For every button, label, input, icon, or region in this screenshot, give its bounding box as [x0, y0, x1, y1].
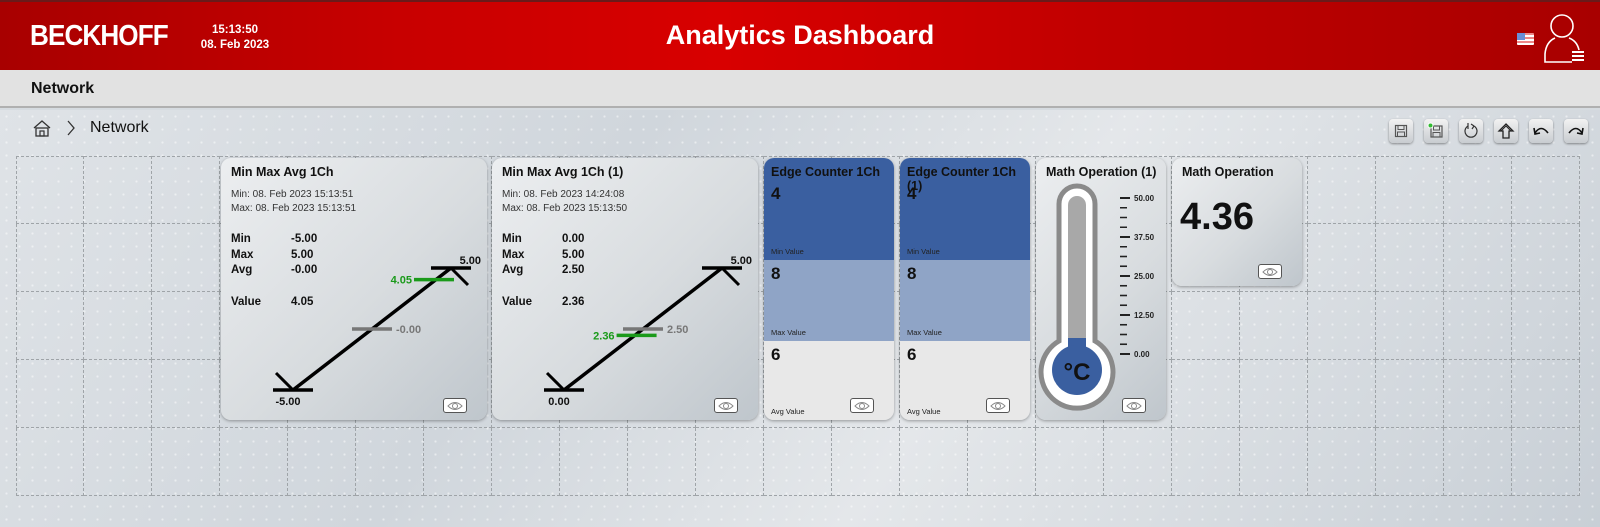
tile-edge-counter-1[interactable]: Edge Counter 1Ch (1) 4 Min Value 8 Max V…	[900, 158, 1030, 420]
tile-math-operation[interactable]: Math Operation 4.36	[1172, 158, 1302, 286]
upload-arrow-icon	[1497, 123, 1515, 139]
max-arrow	[449, 266, 470, 287]
app-title: Analytics Dashboard	[665, 20, 935, 50]
avg-marker-label: 2.50	[667, 324, 688, 336]
max-section: 8 Max Value	[900, 260, 1030, 341]
scale-label: 50.00	[1134, 194, 1155, 203]
scale-label: 37.50	[1134, 233, 1155, 242]
max-marker-label: 5.00	[460, 255, 481, 267]
upload-button[interactable]	[1494, 119, 1518, 143]
thermometer-gauge: °C 50.00 37.50 25.00 12.50 0.00	[1038, 183, 1155, 411]
tile-edge-counter[interactable]: Edge Counter 1Ch 4 Min Value 8 Max Value…	[764, 158, 894, 420]
min-marker-label: -5.00	[275, 396, 300, 408]
avg-marker-label: -0.00	[396, 324, 421, 336]
breadcrumb: Network	[32, 118, 149, 138]
tile-title: Edge Counter 1Ch (1)	[907, 165, 1017, 193]
reset-icon	[1464, 123, 1478, 138]
visibility-button[interactable]	[986, 398, 1010, 413]
thermometer-tube	[1068, 196, 1086, 346]
tile-title: Edge Counter 1Ch	[771, 165, 881, 179]
max-marker-label: 5.00	[731, 255, 752, 267]
min-marker-label: 0.00	[548, 396, 569, 408]
min-label: Min Value	[907, 247, 940, 256]
max-arrow	[720, 266, 741, 287]
max-label: Max Value	[771, 328, 806, 337]
page-subheader: Network	[0, 70, 1600, 108]
min-max-avg-graphic: -5.00 5.00 -0.00 4.05	[273, 255, 481, 408]
eye-icon	[718, 401, 734, 410]
page-title: Network	[31, 80, 95, 97]
toolbar	[1389, 119, 1588, 143]
value-marker-label: 2.36	[593, 330, 614, 342]
visibility-button[interactable]	[714, 398, 738, 413]
scale-label: 25.00	[1134, 272, 1155, 281]
us-flag-icon[interactable]	[1517, 33, 1534, 45]
home-icon[interactable]	[32, 118, 52, 138]
min-value: 4	[907, 184, 917, 203]
min-arrow	[274, 371, 295, 392]
min-section: Edge Counter 1Ch 4 Min Value	[764, 158, 894, 260]
save-as-button[interactable]	[1424, 119, 1448, 143]
unit-label: °C	[1064, 359, 1091, 386]
math-result-value: 4.36	[1180, 196, 1254, 238]
tile-min-max-avg-1[interactable]: Min Max Avg 1Ch (1) Min: 08. Feb 2023 14…	[492, 158, 758, 420]
scale-label: 12.50	[1134, 311, 1155, 320]
save-button[interactable]	[1389, 119, 1413, 143]
floppy-add-icon	[1427, 122, 1443, 138]
tile-title: Math Operation	[1182, 165, 1274, 179]
min-value: 4	[771, 184, 781, 203]
visibility-button[interactable]	[850, 398, 874, 413]
visibility-button[interactable]	[443, 398, 467, 413]
avg-label: Avg Value	[771, 407, 805, 416]
user-icon[interactable]	[1542, 12, 1586, 64]
eye-icon	[1126, 401, 1142, 410]
scale-label: 0.00	[1134, 350, 1150, 359]
floppy-icon	[1394, 124, 1408, 138]
redo-button[interactable]	[1564, 119, 1588, 143]
min-arrow	[545, 371, 566, 392]
tile-min-max-avg[interactable]: Min Max Avg 1Ch Min: 08. Feb 2023 15:13:…	[221, 158, 487, 420]
chevron-right-icon	[67, 120, 75, 136]
undo-button[interactable]	[1529, 119, 1553, 143]
avg-value: 6	[907, 345, 917, 364]
eye-icon	[1262, 267, 1278, 276]
avg-label: Avg Value	[907, 407, 941, 416]
dashboard-area: Network Min Max Avg 1Ch Min: 08. Feb 202…	[0, 110, 1600, 527]
avg-section: 6 Avg Value	[764, 341, 894, 420]
avg-value: 6	[771, 345, 781, 364]
tile-math-operation-1[interactable]: Math Operation (1) °C 50.00 37.50 25.00 12.…	[1036, 158, 1166, 420]
value-marker-label: 4.05	[391, 275, 412, 287]
max-label: Max Value	[907, 328, 942, 337]
eye-icon	[447, 401, 463, 410]
min-label: Min Value	[771, 247, 804, 256]
eye-icon	[854, 401, 870, 410]
max-value: 8	[907, 264, 917, 283]
min-section: Edge Counter 1Ch (1) 4 Min Value	[900, 158, 1030, 260]
max-section: 8 Max Value	[764, 260, 894, 341]
breadcrumb-current: Network	[90, 119, 149, 136]
max-value: 8	[771, 264, 781, 283]
visibility-button[interactable]	[1258, 264, 1282, 279]
app-header: BECKHOFF 15:13:50 08. Feb 2023 Analytics…	[0, 0, 1600, 70]
avg-section: 6 Avg Value	[900, 341, 1030, 420]
reset-button[interactable]	[1459, 119, 1483, 143]
redo-icon	[1568, 127, 1584, 135]
eye-icon	[990, 401, 1006, 410]
min-max-avg-graphic: 0.00 5.00 2.50 2.36	[544, 255, 752, 408]
visibility-button[interactable]	[1122, 398, 1146, 413]
undo-icon	[1533, 127, 1549, 135]
